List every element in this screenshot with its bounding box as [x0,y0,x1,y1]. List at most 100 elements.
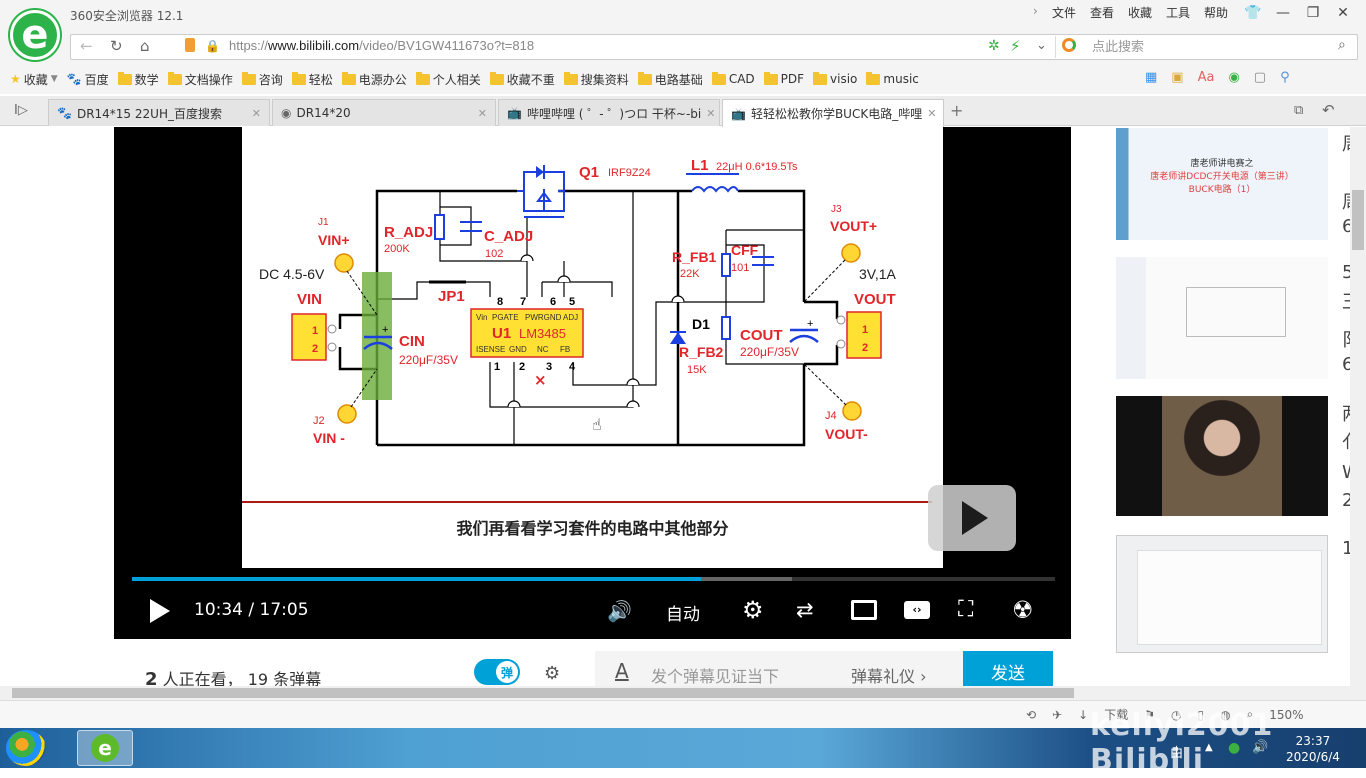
bookmark-folder[interactable]: 咨询 [241,71,283,88]
vertical-scroll-thumb[interactable] [1352,190,1364,250]
j4-label: J4 [825,410,837,422]
new-tab-button[interactable]: + [950,101,963,120]
bilibili-tv-logo-icon[interactable] [928,485,1016,551]
history-icon[interactable]: ⟲ [1026,708,1036,722]
danmu-toggle[interactable]: 弹 [474,659,520,685]
download-arrow-icon[interactable]: ↓ [1078,708,1088,722]
accelerate-icon[interactable]: ✲ [988,38,1000,54]
tab-bilibili-home[interactable]: 📺 哔哩哔哩 ( ゜- ゜)つロ 干杯~-bi ✕ [498,99,720,126]
money-icon[interactable]: ◉ [1228,70,1239,85]
cout-label: COUT [740,327,783,344]
settings-gear-icon[interactable]: ⚙ [742,596,764,624]
bookmark-folder[interactable]: 电路基础 [637,71,703,88]
font-style-icon[interactable]: A [615,659,629,683]
bookmark-folder[interactable]: 收藏不重 [489,71,555,88]
loop-off-icon[interactable]: ⇄ [796,598,814,622]
wechat-tray-icon[interactable]: ● [1228,740,1240,756]
widescreen-icon[interactable]: ‹› [904,601,930,619]
sidebar-toggle-icon[interactable]: I▷ [14,103,28,118]
related-video-thumb[interactable] [1116,535,1328,653]
volume-tray-icon[interactable]: 🔊 [1252,740,1268,755]
horizontal-scroll-thumb[interactable] [12,688,1074,698]
rocket-icon[interactable]: ✈ [1052,708,1062,722]
minimize-button[interactable]: — [1268,2,1298,24]
dropdown-chevron-icon[interactable]: ⌄ [1036,38,1047,53]
close-button[interactable]: ✕ [1328,2,1358,24]
cff-symbol [752,256,774,266]
bookmark-folder[interactable]: 文档操作 [167,71,233,88]
pip-icon[interactable] [851,600,877,620]
bookmark-folder[interactable]: 搜集资料 [563,71,629,88]
bookmark-label: 咨询 [258,72,283,87]
screenshot-icon[interactable]: ▣ [1171,70,1183,85]
back-button[interactable]: ← [80,37,93,55]
bookmark-folder[interactable]: 数学 [117,71,159,88]
menu-help[interactable]: 帮助 [1204,4,1228,21]
bookmark-folder[interactable]: 电源办公 [341,71,407,88]
menu-chevron-icon[interactable]: › [1033,4,1038,18]
send-danmu-button[interactable]: 发送 [963,651,1053,691]
tab-buck-video[interactable]: 📺 轻轻松松教你学BUCK电路_哔哩 ✕ [722,99,944,127]
close-tab-icon[interactable]: ✕ [252,107,261,120]
menu-favorites[interactable]: 收藏 [1128,4,1152,21]
volume-icon[interactable]: 🔊 [607,599,632,623]
menu-file[interactable]: 文件 [1052,4,1076,21]
danmu-etiquette-link[interactable]: 弹幕礼仪 › [851,663,927,687]
menu-tools[interactable]: 工具 [1166,4,1190,21]
bookmark-baidu[interactable]: 🐾 百度 [67,71,109,88]
restore-tabs-icon[interactable]: ⧉ [1294,103,1303,118]
vin-label: VIN [297,291,322,308]
quality-selector[interactable]: 自动 [666,600,700,625]
tray-expand-icon[interactable]: ▲ [1205,742,1213,753]
fullscreen-icon[interactable]: ⛶ [958,597,973,622]
bookmark-favorites[interactable]: ★ 收藏 ▼ [10,71,58,88]
u1-pin-pgate: PGATE [492,313,519,322]
folder-icon [241,71,256,85]
skin-icon[interactable]: 👕 [1238,2,1268,24]
related-video-thumb[interactable]: 唐老师讲电赛之 唐老师讲DCDC开关电源（第三讲） BUCK电路（1） [1116,128,1328,240]
start-button[interactable] [6,730,46,766]
maximize-button[interactable]: ❐ [1298,2,1328,24]
folder-icon [489,71,504,85]
q1-part: IRF9Z24 [608,167,651,179]
tab-baidu-search[interactable]: 🐾 DR14*15 22UH_百度搜索 ✕ [48,99,270,126]
close-tab-icon[interactable]: ✕ [478,107,487,120]
close-tab-icon[interactable]: ✕ [706,107,715,120]
folder-icon [637,71,652,85]
bookmark-folder[interactable]: music [866,71,919,86]
taskbar-browser-button[interactable]: e [77,730,133,766]
related-video-thumb[interactable] [1116,396,1328,516]
magnifier-icon[interactable]: ⚲ [1280,70,1290,85]
game-icon[interactable]: ▢ [1254,70,1266,85]
bookmark-folder[interactable]: PDF [763,71,804,86]
danmu-input[interactable]: 发个弹幕见证当下 [651,663,779,687]
u1-pin-fb: FB [560,345,570,354]
lightning-icon[interactable]: ⚡ [1010,37,1021,55]
apps-icon[interactable]: ▦ [1145,70,1157,85]
u1-pin5: 5 [569,296,575,308]
url-text[interactable]: https://www.bilibili.com/video/BV1GW4116… [229,38,534,53]
play-button[interactable] [150,599,170,623]
undo-close-icon[interactable]: ↶ [1322,101,1335,119]
related-video-thumb[interactable] [1116,257,1328,379]
bookmark-folder[interactable]: 个人相关 [415,71,481,88]
search-icon[interactable]: ⌕ [1338,37,1346,53]
home-button[interactable]: ⌂ [140,37,150,55]
shield-icon[interactable] [185,38,195,52]
tab-dr14-20[interactable]: ◉ DR14*20 ✕ [272,99,496,126]
progress-fill[interactable] [132,577,701,581]
bookmark-folder[interactable]: 轻松 [291,71,333,88]
close-tab-icon[interactable]: ✕ [927,107,936,120]
menu-view[interactable]: 查看 [1090,4,1114,21]
search-engine-icon[interactable] [1062,38,1076,52]
search-input[interactable]: 点此搜索 [1092,36,1144,55]
radiation-mode-icon[interactable]: ☢ [1012,596,1034,624]
bookmark-folder[interactable]: visio [813,71,857,86]
bookmark-folder[interactable]: CAD [711,71,755,86]
danmu-settings-icon[interactable]: ⚙ [544,663,574,685]
translate-icon[interactable]: Aa [1198,70,1215,85]
ime-indicator[interactable]: 由 [1170,742,1183,761]
system-clock[interactable]: 23:37 2020/6/4 [1286,733,1340,765]
thumb-person [1162,396,1282,516]
reload-button[interactable]: ↻ [110,37,123,55]
